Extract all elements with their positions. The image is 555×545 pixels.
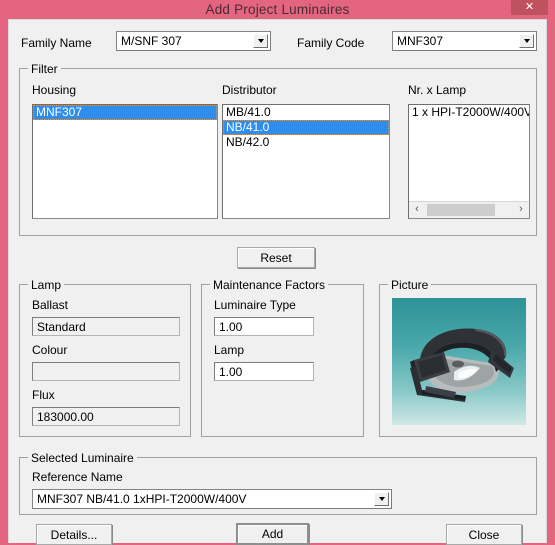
colour-label: Colour [32,343,68,357]
family-code-label: Family Code [297,36,365,50]
maintenance-factors-group-title: Maintenance Factors [210,278,329,292]
chevron-down-icon[interactable] [374,492,389,506]
selected-luminaire-group-title: Selected Luminaire [28,451,137,465]
window-close-button[interactable]: ✕ [511,0,548,15]
scrollbar-thumb[interactable] [427,204,495,216]
maintenance-factors-group: Maintenance Factors Luminaire Type 1.00 … [201,278,364,437]
filter-group-title: Filter [28,62,61,76]
luminaire-type-field[interactable]: 1.00 [214,317,314,336]
filter-group: Filter Housing MNF307 Distributor MB/41.… [19,62,537,236]
reference-name-combo[interactable]: MNF307 NB/41.0 1xHPI-T2000W/400V [32,489,392,509]
selected-luminaire-group: Selected Luminaire Reference Name MNF307… [19,451,537,515]
luminaire-type-value: 1.00 [219,320,243,334]
flux-label: Flux [32,388,55,402]
luminaire-picture [392,298,526,425]
distributor-label: Distributor [222,83,277,97]
flux-field[interactable]: 183000.00 [32,407,180,426]
housing-label: Housing [32,83,77,97]
luminaire-photo-icon [410,328,514,402]
flux-value: 183000.00 [37,410,94,424]
title-bar: Add Project Luminaires ✕ [0,0,555,19]
close-icon: ✕ [524,1,535,13]
dialog-client-area: Family Name M/SNF 307 Family Code MNF307… [8,19,547,545]
lamp-group: Lamp Ballast Standard Colour Flux 183000… [19,278,191,437]
reference-name-label: Reference Name [32,470,123,484]
nr-x-lamp-listbox[interactable]: 1 x HPI-T2000W/400V ‹ › [408,104,530,219]
reference-name-value: MNF307 NB/41.0 1xHPI-T2000W/400V [37,492,247,506]
chevron-down-icon[interactable] [519,34,534,48]
horizontal-scrollbar[interactable]: ‹ › [409,201,529,218]
chevron-down-icon[interactable] [253,34,268,48]
lamp-group-title: Lamp [28,278,65,292]
ballast-label: Ballast [32,298,69,312]
list-item[interactable]: MNF307 [33,105,217,120]
list-item[interactable]: NB/41.0 [223,120,389,135]
ballast-value: Standard [37,320,86,334]
housing-listbox[interactable]: MNF307 [32,104,218,219]
distributor-listbox[interactable]: MB/41.0 NB/41.0 NB/42.0 [222,104,390,219]
family-name-combo[interactable]: M/SNF 307 [116,31,271,51]
maintenance-lamp-label: Lamp [214,343,245,357]
list-item[interactable]: NB/42.0 [223,135,389,150]
window-title: Add Project Luminaires [205,2,350,17]
luminaire-type-label: Luminaire Type [214,298,296,312]
scroll-right-arrow-icon[interactable]: › [513,202,529,218]
ballast-field[interactable]: Standard [32,317,180,336]
details-button[interactable]: Details... [36,524,112,545]
scroll-left-arrow-icon[interactable]: ‹ [409,202,425,218]
picture-group-title: Picture [388,278,432,292]
family-name-label: Family Name [21,36,92,50]
scroll-right-glyph: › [519,203,523,215]
close-dialog-button[interactable]: Close [446,524,522,545]
picture-group: Picture [379,278,537,437]
family-name-value: M/SNF 307 [121,34,182,48]
maintenance-lamp-field[interactable]: 1.00 [214,362,314,381]
colour-field[interactable] [32,362,180,381]
maintenance-lamp-value: 1.00 [219,365,243,379]
reset-button[interactable]: Reset [237,247,315,268]
add-project-luminaires-window: Add Project Luminaires ✕ Family Name M/S… [0,0,555,545]
list-item[interactable]: 1 x HPI-T2000W/400V [409,105,529,120]
nr-x-lamp-label: Nr. x Lamp [408,83,467,97]
family-code-combo[interactable]: MNF307 [392,31,537,51]
scroll-left-glyph: ‹ [415,203,419,215]
add-button[interactable]: Add [236,523,309,545]
list-item[interactable]: MB/41.0 [223,105,389,120]
family-code-value: MNF307 [397,34,444,48]
